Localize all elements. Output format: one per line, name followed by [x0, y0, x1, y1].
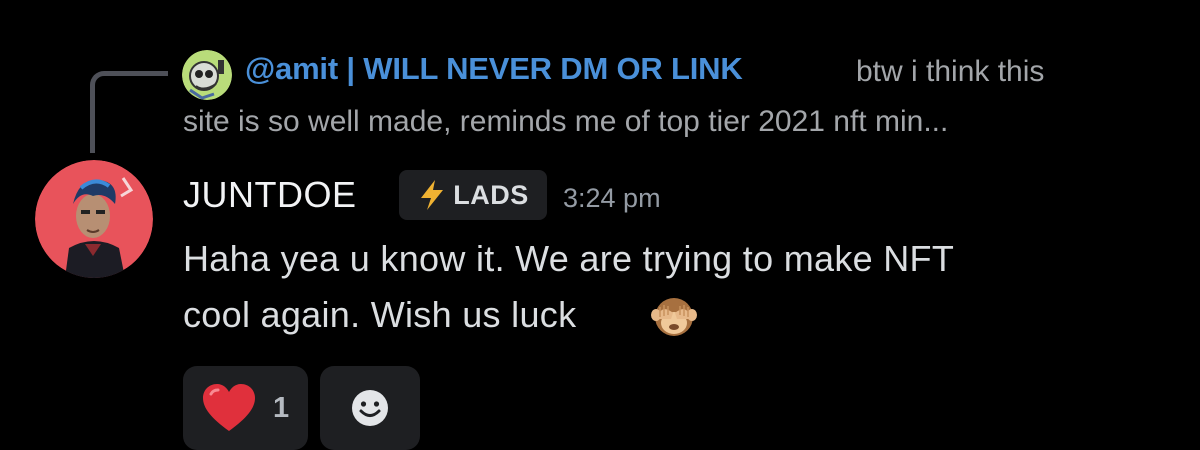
red-heart-icon [203, 384, 255, 431]
reply-preview-text[interactable]: btw i think this [856, 55, 1044, 89]
reply-avatar[interactable] [182, 50, 232, 100]
reply-avatar-image [182, 50, 232, 100]
reply-author-mention[interactable]: @amit | WILL NEVER DM OR LINK [245, 51, 743, 87]
role-tag-label: LADS [453, 179, 529, 210]
message-timestamp[interactable]: 3:24 pm [563, 183, 661, 214]
message-author[interactable]: JUNTDOE [183, 174, 357, 216]
message-text-continued: cool again. Wish us luck [183, 294, 577, 335]
reply-preview-text-continued[interactable]: site is so well made, reminds me of top … [183, 105, 948, 139]
message-text: Haha yea u know it. We are trying to mak… [183, 238, 955, 279]
lightning-bolt-icon [421, 180, 444, 210]
add-reaction-button[interactable] [320, 366, 420, 450]
reaction-heart-button[interactable]: 1 [183, 366, 308, 450]
smiley-face-icon [352, 390, 388, 426]
reply-connector [90, 71, 168, 153]
role-tag[interactable]: LADS [399, 170, 547, 220]
see-no-evil-monkey-icon [651, 298, 697, 336]
author-avatar-image [35, 160, 153, 278]
author-avatar[interactable] [35, 160, 153, 278]
reaction-count: 1 [273, 391, 290, 424]
